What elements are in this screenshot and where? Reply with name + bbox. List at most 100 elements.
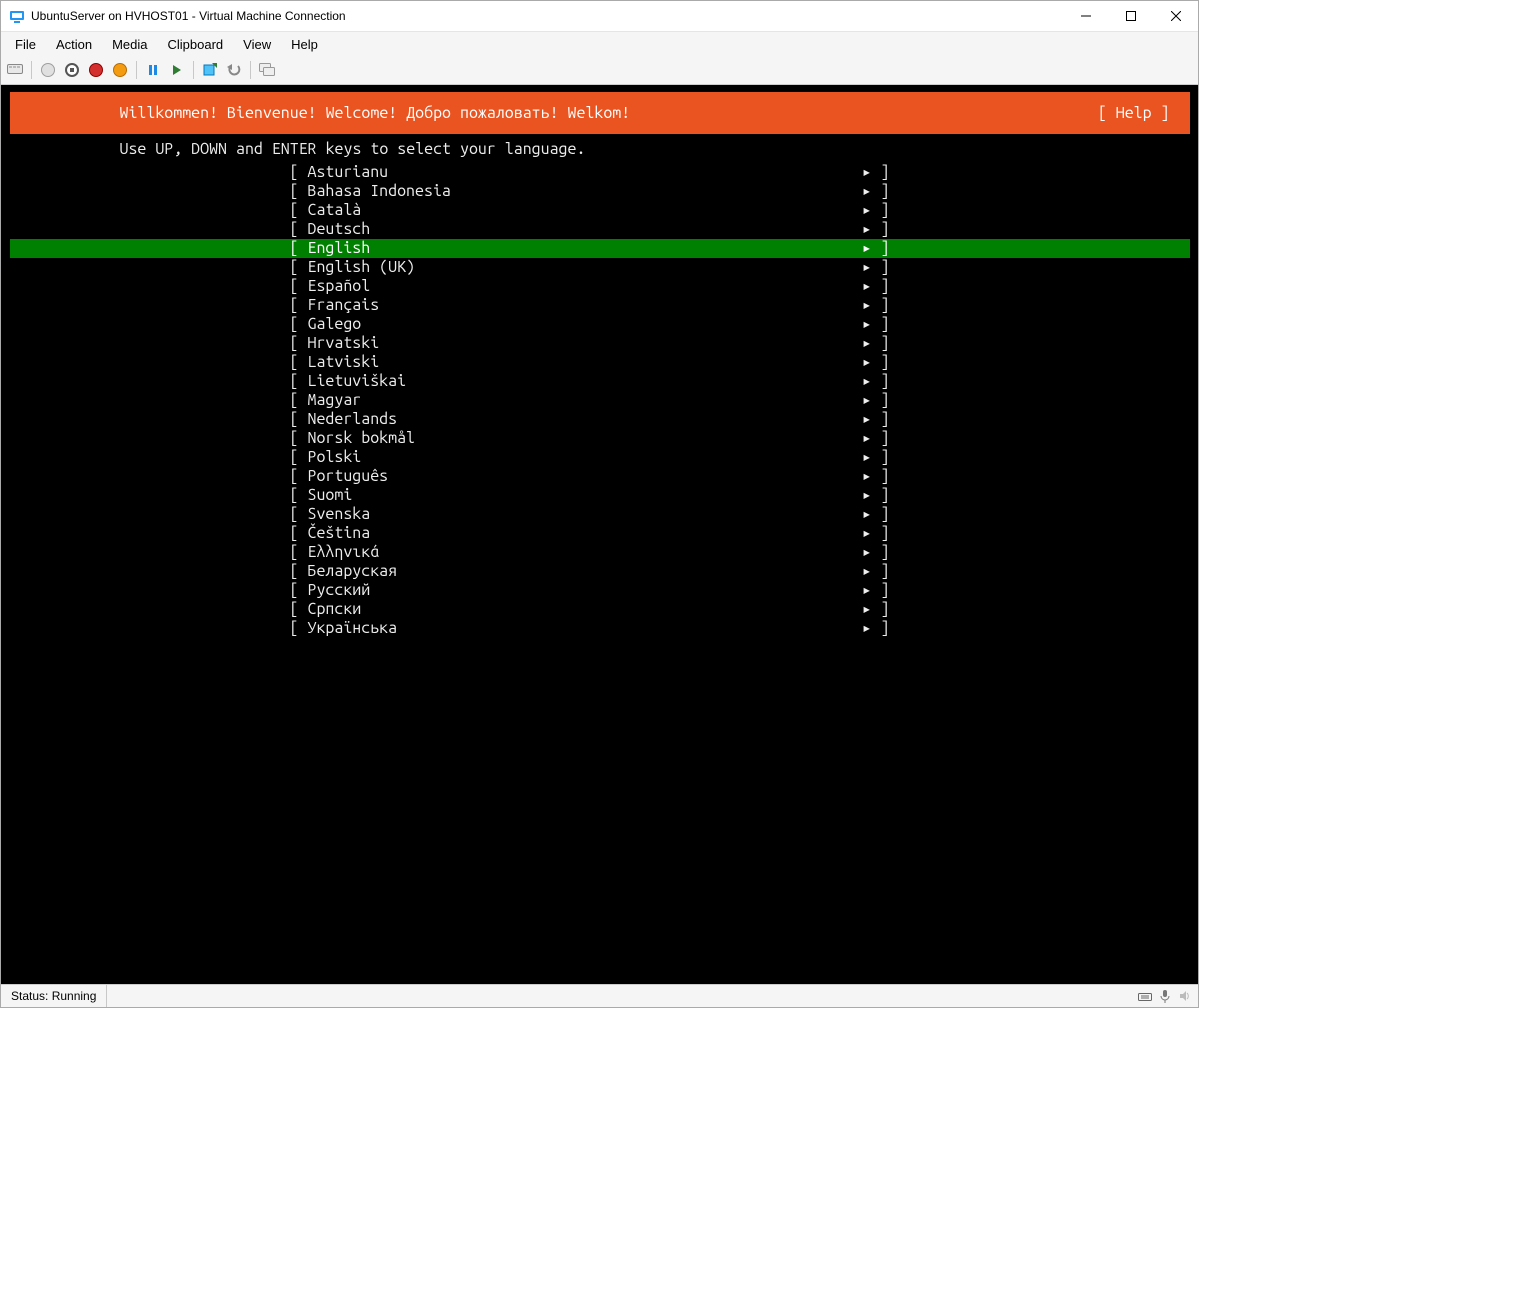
language-option[interactable]: [ Suomi▸ ] xyxy=(10,486,1190,505)
language-name: Suomi xyxy=(308,486,856,505)
language-option[interactable]: [ Français▸ ] xyxy=(10,296,1190,315)
minimize-button[interactable] xyxy=(1063,1,1108,31)
left-bracket: [ xyxy=(290,277,308,296)
submenu-arrow-icon: ▸ xyxy=(856,372,872,391)
language-option[interactable]: [ Hrvatski▸ ] xyxy=(10,334,1190,353)
right-bracket: ] xyxy=(872,201,890,220)
language-name: Hrvatski xyxy=(308,334,856,353)
language-option[interactable]: [ Српски▸ ] xyxy=(10,600,1190,619)
submenu-arrow-icon: ▸ xyxy=(856,600,872,619)
language-name: Українська xyxy=(308,619,856,638)
menu-clipboard[interactable]: Clipboard xyxy=(158,34,234,55)
left-bracket: [ xyxy=(290,353,308,372)
language-option[interactable]: [ Magyar▸ ] xyxy=(10,391,1190,410)
submenu-arrow-icon: ▸ xyxy=(856,467,872,486)
toolbar-start-button[interactable] xyxy=(38,60,58,80)
language-option[interactable]: [ English (UK)▸ ] xyxy=(10,258,1190,277)
left-bracket: [ xyxy=(290,467,308,486)
right-bracket: ] xyxy=(872,410,890,429)
right-bracket: ] xyxy=(872,486,890,505)
language-option[interactable]: [ Català▸ ] xyxy=(10,201,1190,220)
language-option[interactable]: [ Lietuviškai▸ ] xyxy=(10,372,1190,391)
menu-help[interactable]: Help xyxy=(281,34,328,55)
language-option[interactable]: [ Bahasa Indonesia▸ ] xyxy=(10,182,1190,201)
language-option[interactable]: [ Українська▸ ] xyxy=(10,619,1190,638)
language-option[interactable]: [ Polski▸ ] xyxy=(10,448,1190,467)
language-name: Norsk bokmål xyxy=(308,429,856,448)
language-option[interactable]: [ Русский▸ ] xyxy=(10,581,1190,600)
titlebar[interactable]: UbuntuServer on HVHOST01 - Virtual Machi… xyxy=(1,1,1198,32)
toolbar-separator xyxy=(136,61,137,79)
right-bracket: ] xyxy=(872,600,890,619)
maximize-button[interactable] xyxy=(1108,1,1153,31)
installer-help-button[interactable]: [ Help ] xyxy=(1098,104,1170,123)
language-name: Español xyxy=(308,277,856,296)
toolbar-reset-button[interactable] xyxy=(167,60,187,80)
language-name: Русский xyxy=(308,581,856,600)
submenu-arrow-icon: ▸ xyxy=(856,353,872,372)
toolbar-shutdown-button[interactable] xyxy=(86,60,106,80)
language-name: Português xyxy=(308,467,856,486)
right-bracket: ] xyxy=(872,315,890,334)
left-bracket: [ xyxy=(290,391,308,410)
language-name: Čeština xyxy=(308,524,856,543)
language-option[interactable]: [ Deutsch▸ ] xyxy=(10,220,1190,239)
left-bracket: [ xyxy=(290,315,308,334)
vm-connection-window: UbuntuServer on HVHOST01 - Virtual Machi… xyxy=(0,0,1199,1008)
left-bracket: [ xyxy=(290,600,308,619)
submenu-arrow-icon: ▸ xyxy=(856,315,872,334)
status-icons xyxy=(1132,989,1198,1003)
toolbar-ctrl-alt-del-button[interactable] xyxy=(5,60,25,80)
language-option[interactable]: [ Español▸ ] xyxy=(10,277,1190,296)
language-option[interactable]: [ Беларуская▸ ] xyxy=(10,562,1190,581)
language-option[interactable]: [ Norsk bokmål▸ ] xyxy=(10,429,1190,448)
submenu-arrow-icon: ▸ xyxy=(856,182,872,201)
language-option[interactable]: [ English▸ ] xyxy=(10,239,1190,258)
language-list[interactable]: [ Asturianu▸ ][ Bahasa Indonesia▸ ][ Cat… xyxy=(10,163,1190,638)
toolbar-pause-button[interactable] xyxy=(143,60,163,80)
guest-screen[interactable]: Willkommen! Bienvenue! Welcome! Добро по… xyxy=(10,89,1190,980)
toolbar-revert-button[interactable] xyxy=(224,60,244,80)
language-option[interactable]: [ Čeština▸ ] xyxy=(10,524,1190,543)
menu-file[interactable]: File xyxy=(5,34,46,55)
left-bracket: [ xyxy=(290,220,308,239)
toolbar-checkpoint-button[interactable] xyxy=(200,60,220,80)
language-option[interactable]: [ Nederlands▸ ] xyxy=(10,410,1190,429)
language-option[interactable]: [ Asturianu▸ ] xyxy=(10,163,1190,182)
language-option[interactable]: [ Svenska▸ ] xyxy=(10,505,1190,524)
menu-view[interactable]: View xyxy=(233,34,281,55)
menu-media[interactable]: Media xyxy=(102,34,157,55)
status-text: Status: Running xyxy=(1,985,107,1007)
submenu-arrow-icon: ▸ xyxy=(856,163,872,182)
menu-action[interactable]: Action xyxy=(46,34,102,55)
left-bracket: [ xyxy=(290,239,308,258)
toolbar xyxy=(1,56,1198,85)
submenu-arrow-icon: ▸ xyxy=(856,562,872,581)
toolbar-turnoff-button[interactable] xyxy=(62,60,82,80)
left-bracket: [ xyxy=(290,619,308,638)
left-bracket: [ xyxy=(290,334,308,353)
language-name: Беларуская xyxy=(308,562,856,581)
submenu-arrow-icon: ▸ xyxy=(856,448,872,467)
toolbar-save-button[interactable] xyxy=(110,60,130,80)
left-bracket: [ xyxy=(290,372,308,391)
language-option[interactable]: [ Português▸ ] xyxy=(10,467,1190,486)
language-option[interactable]: [ Ελληνικά▸ ] xyxy=(10,543,1190,562)
submenu-arrow-icon: ▸ xyxy=(856,429,872,448)
language-name: Latviski xyxy=(308,353,856,372)
language-option[interactable]: [ Latviski▸ ] xyxy=(10,353,1190,372)
toolbar-enhanced-session-button[interactable] xyxy=(257,60,277,80)
vm-display[interactable]: Willkommen! Bienvenue! Welcome! Добро по… xyxy=(1,85,1198,984)
toolbar-separator xyxy=(250,61,251,79)
installer-welcome-text: Willkommen! Bienvenue! Welcome! Добро по… xyxy=(120,104,631,123)
language-name: Français xyxy=(308,296,856,315)
language-option[interactable]: [ Galego▸ ] xyxy=(10,315,1190,334)
right-bracket: ] xyxy=(872,182,890,201)
submenu-arrow-icon: ▸ xyxy=(856,581,872,600)
submenu-arrow-icon: ▸ xyxy=(856,334,872,353)
close-button[interactable] xyxy=(1153,1,1198,31)
right-bracket: ] xyxy=(872,220,890,239)
toolbar-separator xyxy=(193,61,194,79)
language-name: Lietuviškai xyxy=(308,372,856,391)
menubar: File Action Media Clipboard View Help xyxy=(1,32,1198,56)
